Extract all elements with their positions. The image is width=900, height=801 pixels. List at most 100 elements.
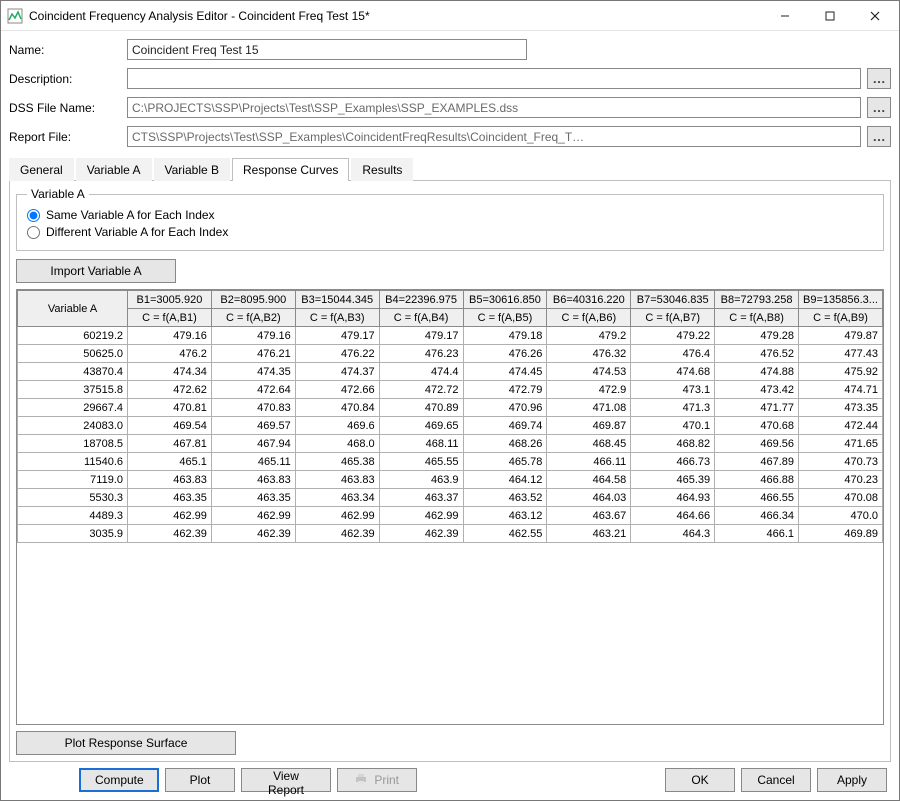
cell[interactable]: 469.65 xyxy=(379,417,463,435)
cell[interactable]: 464.93 xyxy=(631,489,715,507)
tab-response-curves[interactable]: Response Curves xyxy=(232,158,349,181)
cell[interactable]: 462.55 xyxy=(463,525,547,543)
variable-a-value[interactable]: 11540.6 xyxy=(18,453,128,471)
cell[interactable]: 474.88 xyxy=(715,363,799,381)
cell[interactable]: 473.35 xyxy=(799,399,883,417)
description-browse-button[interactable]: … xyxy=(867,68,891,89)
print-button[interactable]: Print xyxy=(337,768,417,792)
cell[interactable]: 469.74 xyxy=(463,417,547,435)
cell[interactable]: 467.94 xyxy=(211,435,295,453)
maximize-button[interactable] xyxy=(807,2,852,30)
cell[interactable]: 470.96 xyxy=(463,399,547,417)
cell[interactable]: 473.1 xyxy=(631,381,715,399)
cell[interactable]: 470.08 xyxy=(799,489,883,507)
cell[interactable]: 469.56 xyxy=(715,435,799,453)
table-row[interactable]: 43870.4474.34474.35474.37474.4474.45474.… xyxy=(18,363,883,381)
name-input[interactable] xyxy=(127,39,527,60)
cell[interactable]: 463.9 xyxy=(379,471,463,489)
cell[interactable]: 464.66 xyxy=(631,507,715,525)
cell[interactable]: 472.66 xyxy=(295,381,379,399)
cell[interactable]: 473.42 xyxy=(715,381,799,399)
cell[interactable]: 479.87 xyxy=(799,327,883,345)
table-row[interactable]: 11540.6465.1465.11465.38465.55465.78466.… xyxy=(18,453,883,471)
cell[interactable]: 474.35 xyxy=(211,363,295,381)
cell[interactable]: 467.89 xyxy=(715,453,799,471)
apply-button[interactable]: Apply xyxy=(817,768,887,792)
cell[interactable]: 464.12 xyxy=(463,471,547,489)
cell[interactable]: 465.39 xyxy=(631,471,715,489)
variable-a-value[interactable]: 29667.4 xyxy=(18,399,128,417)
cell[interactable]: 471.77 xyxy=(715,399,799,417)
tab-results[interactable]: Results xyxy=(351,158,413,181)
cell[interactable]: 476.26 xyxy=(463,345,547,363)
cell[interactable]: 479.17 xyxy=(379,327,463,345)
cell[interactable]: 472.64 xyxy=(211,381,295,399)
tab-general[interactable]: General xyxy=(9,158,74,181)
cell[interactable]: 476.21 xyxy=(211,345,295,363)
cell[interactable]: 474.53 xyxy=(547,363,631,381)
cell[interactable]: 463.34 xyxy=(295,489,379,507)
cell[interactable]: 472.9 xyxy=(547,381,631,399)
cell[interactable]: 462.99 xyxy=(379,507,463,525)
cell[interactable]: 468.82 xyxy=(631,435,715,453)
cell[interactable]: 462.99 xyxy=(211,507,295,525)
cell[interactable]: 464.03 xyxy=(547,489,631,507)
cell[interactable]: 474.45 xyxy=(463,363,547,381)
cell[interactable]: 468.11 xyxy=(379,435,463,453)
cell[interactable]: 470.23 xyxy=(799,471,883,489)
cell[interactable]: 469.6 xyxy=(295,417,379,435)
variable-a-value[interactable]: 4489.3 xyxy=(18,507,128,525)
cell[interactable]: 462.39 xyxy=(128,525,212,543)
cell[interactable]: 466.1 xyxy=(715,525,799,543)
cell[interactable]: 476.32 xyxy=(547,345,631,363)
dss-browse-button[interactable]: … xyxy=(867,97,891,118)
cell[interactable]: 466.55 xyxy=(715,489,799,507)
table-row[interactable]: 24083.0469.54469.57469.6469.65469.74469.… xyxy=(18,417,883,435)
close-button[interactable] xyxy=(852,2,897,30)
cell[interactable]: 474.68 xyxy=(631,363,715,381)
report-browse-button[interactable]: … xyxy=(867,126,891,147)
variable-a-value[interactable]: 7119.0 xyxy=(18,471,128,489)
variable-a-value[interactable]: 3035.9 xyxy=(18,525,128,543)
cell[interactable]: 474.37 xyxy=(295,363,379,381)
cell[interactable]: 470.89 xyxy=(379,399,463,417)
cell[interactable]: 462.39 xyxy=(295,525,379,543)
report-file-input[interactable] xyxy=(127,126,861,147)
cell[interactable]: 465.78 xyxy=(463,453,547,471)
cell[interactable]: 471.3 xyxy=(631,399,715,417)
cell[interactable]: 469.54 xyxy=(128,417,212,435)
response-table[interactable]: Variable AB1=3005.920B2=8095.900B3=15044… xyxy=(17,290,883,543)
cell[interactable]: 470.83 xyxy=(211,399,295,417)
cell[interactable]: 471.65 xyxy=(799,435,883,453)
cell[interactable]: 463.83 xyxy=(211,471,295,489)
cell[interactable]: 462.99 xyxy=(128,507,212,525)
cell[interactable]: 463.37 xyxy=(379,489,463,507)
variable-a-value[interactable]: 24083.0 xyxy=(18,417,128,435)
variable-a-value[interactable]: 50625.0 xyxy=(18,345,128,363)
radio-diff-input[interactable] xyxy=(27,226,40,239)
cell[interactable]: 476.2 xyxy=(128,345,212,363)
cell[interactable]: 463.12 xyxy=(463,507,547,525)
cell[interactable]: 468.0 xyxy=(295,435,379,453)
cell[interactable]: 466.73 xyxy=(631,453,715,471)
cell[interactable]: 472.44 xyxy=(799,417,883,435)
cell[interactable]: 463.21 xyxy=(547,525,631,543)
cell[interactable]: 463.83 xyxy=(128,471,212,489)
cell[interactable]: 479.16 xyxy=(211,327,295,345)
table-row[interactable]: 7119.0463.83463.83463.83463.9464.12464.5… xyxy=(18,471,883,489)
table-row[interactable]: 18708.5467.81467.94468.0468.11468.26468.… xyxy=(18,435,883,453)
cell[interactable]: 464.3 xyxy=(631,525,715,543)
cell[interactable]: 476.52 xyxy=(715,345,799,363)
cell[interactable]: 479.22 xyxy=(631,327,715,345)
cell[interactable]: 465.1 xyxy=(128,453,212,471)
cell[interactable]: 479.28 xyxy=(715,327,799,345)
cell[interactable]: 465.38 xyxy=(295,453,379,471)
cell[interactable]: 470.1 xyxy=(631,417,715,435)
cell[interactable]: 474.34 xyxy=(128,363,212,381)
ok-button[interactable]: OK xyxy=(665,768,735,792)
table-row[interactable]: 29667.4470.81470.83470.84470.89470.96471… xyxy=(18,399,883,417)
dss-file-input[interactable] xyxy=(127,97,861,118)
cell[interactable]: 470.84 xyxy=(295,399,379,417)
cancel-button[interactable]: Cancel xyxy=(741,768,811,792)
variable-a-value[interactable]: 18708.5 xyxy=(18,435,128,453)
